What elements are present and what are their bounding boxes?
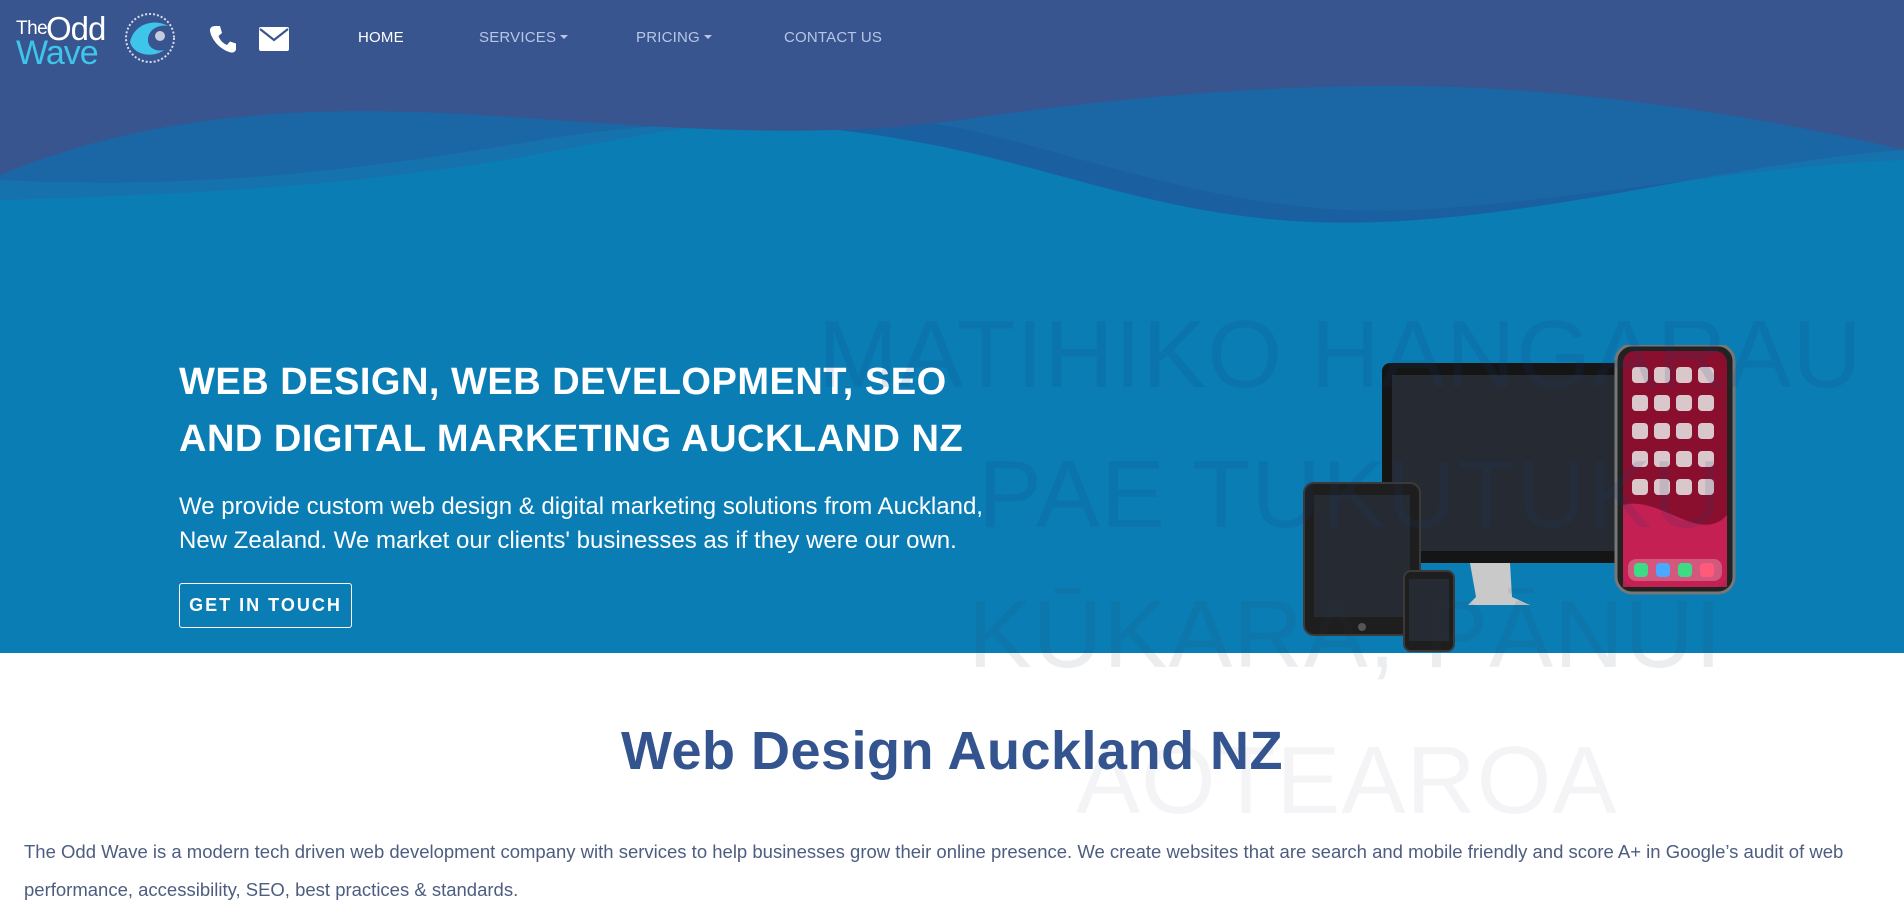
section-intro-text: The Odd Wave is a modern tech driven web… — [24, 841, 1844, 900]
chevron-down-icon — [703, 35, 712, 39]
phone-icon[interactable] — [209, 24, 237, 54]
nav-pricing-label: PRICING — [636, 29, 700, 46]
nav-services-label: SERVICES — [479, 29, 557, 46]
hero-subtitle-line1: We provide custom web design & digital m… — [179, 493, 983, 520]
nav-pricing[interactable]: PRICING — [636, 29, 712, 46]
envelope-icon[interactable] — [259, 27, 289, 51]
get-in-touch-button[interactable]: GET IN TOUCH — [179, 583, 352, 628]
hero-section: The Odd Wave HOME SERVICES PRICING CONTA… — [0, 0, 1904, 653]
hero-title-line2: AND DIGITAL MARKETING AUCKLAND NZ — [179, 418, 964, 460]
chevron-down-icon — [560, 35, 569, 39]
nav-home[interactable]: HOME — [358, 29, 404, 46]
logo-wave: Wave — [16, 34, 99, 72]
hero-subtitle: We provide custom web design & digital m… — [179, 490, 1079, 558]
logo-wave-icon — [125, 13, 175, 63]
hero-title: WEB DESIGN, WEB DEVELOPMENT, SEO AND DIG… — [179, 354, 1079, 468]
hero-title-line1: WEB DESIGN, WEB DEVELOPMENT, SEO — [179, 361, 947, 403]
hero-subtitle-line2: New Zealand. We market our clients' busi… — [179, 527, 957, 554]
devices-illustration — [1303, 345, 1736, 652]
section-title: Web Design Auckland NZ — [620, 721, 1284, 781]
nav-services[interactable]: SERVICES — [479, 29, 569, 46]
nav-contact[interactable]: CONTACT US — [784, 29, 882, 46]
logo[interactable]: The Odd Wave — [14, 10, 176, 72]
navbar: The Odd Wave HOME SERVICES PRICING CONTA… — [0, 0, 1904, 76]
